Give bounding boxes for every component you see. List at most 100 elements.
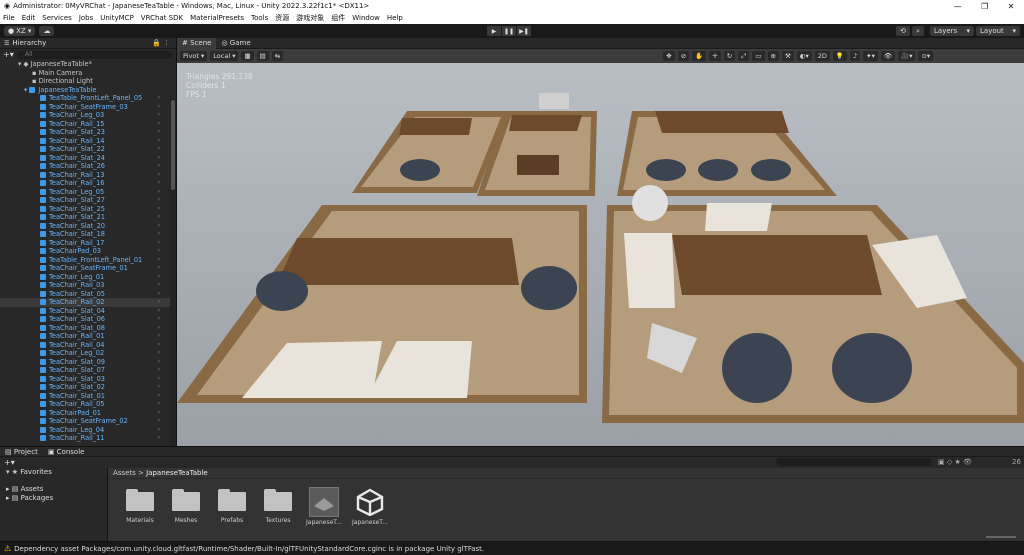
filter-icons[interactable]: ▣ ◇ ★ 👁 <box>938 458 972 466</box>
gizmo-tool-dropdown[interactable]: ⊘ <box>677 51 690 61</box>
chevron-right-icon[interactable]: › <box>158 171 160 180</box>
chevron-right-icon[interactable]: › <box>158 434 160 443</box>
tab-console[interactable]: ▣ Console <box>43 448 90 456</box>
menu-vrchat-sdk[interactable]: VRChat SDK <box>141 14 183 22</box>
hierarchy-item[interactable]: TeaChair_Rail_01 › <box>0 332 170 341</box>
hierarchy-item[interactable]: TeaChair_Slat_04 › <box>0 307 170 316</box>
menu-help[interactable]: Help <box>387 14 403 22</box>
hierarchy-item[interactable]: TeaChair_Rail_13 › <box>0 171 170 180</box>
chevron-right-icon[interactable]: › <box>158 273 160 282</box>
minimize-button[interactable]: — <box>954 2 962 11</box>
scale-tool[interactable]: ⤢ <box>738 51 750 61</box>
rect-tool[interactable]: ▭ <box>752 51 765 61</box>
project-search-input[interactable] <box>776 458 932 466</box>
maximize-button[interactable]: ❐ <box>981 2 988 11</box>
hierarchy-item[interactable]: TeaChair_SeatFrame_01 › <box>0 264 170 273</box>
hand-tool[interactable]: ✋ <box>692 51 707 61</box>
favorites-item[interactable]: ▾ ★ Favorites <box>0 468 107 477</box>
hierarchy-item[interactable]: TeaChair_Slat_22 › <box>0 145 170 154</box>
account-dropdown[interactable]: ● XZ ▾ <box>4 26 36 36</box>
play-button[interactable]: ▶ <box>487 26 501 36</box>
hierarchy-search-input[interactable]: All <box>17 50 172 59</box>
hierarchy-scene-root[interactable]: ▾ ◆ JapaneseTeaTable* <box>0 60 170 69</box>
assets-item[interactable]: ▸ ▤ Assets <box>0 485 107 494</box>
hierarchy-item[interactable]: TeaChair_Slat_03 › <box>0 375 170 384</box>
hierarchy-item[interactable]: TeaChair_Slat_07 › <box>0 366 170 375</box>
transform-tool[interactable]: ⊕ <box>767 51 779 61</box>
scene-viewport[interactable]: Triangles 291,138 Colliders 1 FPS 1 <box>177 63 1024 446</box>
breadcrumb-folder[interactable]: JapaneseTeaTable <box>146 469 208 477</box>
hierarchy-item[interactable]: TeaTable_FrontLeft_Panel_01 › <box>0 256 170 265</box>
audio-toggle[interactable]: ♪ <box>849 51 861 61</box>
hierarchy-item[interactable]: TeaChair_Rail_02 › <box>0 298 170 307</box>
chevron-right-icon[interactable]: › <box>158 103 160 112</box>
chevron-right-icon[interactable]: › <box>158 120 160 129</box>
tab-game[interactable]: ◎ Game <box>216 38 255 49</box>
chevron-right-icon[interactable]: › <box>158 315 160 324</box>
chevron-right-icon[interactable]: › <box>158 383 160 392</box>
chevron-right-icon[interactable]: › <box>158 128 160 137</box>
scrollbar-thumb[interactable] <box>171 100 175 190</box>
hierarchy-item[interactable]: TeaTable_FrontLeft_Panel_05 › <box>0 94 170 103</box>
effects-dropdown[interactable]: ✦ ▾ <box>863 51 878 61</box>
hierarchy-item[interactable]: TeaChair_Leg_01 › <box>0 273 170 282</box>
expand-arrow-icon[interactable]: ▾ ◆ <box>18 60 31 68</box>
move-tool-dropdown[interactable]: ✥ <box>663 51 675 61</box>
chevron-right-icon[interactable]: › <box>158 349 160 358</box>
hierarchy-item[interactable]: TeaChair_Slat_08 › <box>0 324 170 333</box>
chevron-right-icon[interactable]: › <box>158 256 160 265</box>
hierarchy-scrollbar[interactable] <box>170 98 176 478</box>
history-button[interactable]: ⟲ <box>896 26 910 36</box>
hierarchy-item[interactable]: TeaChair_Leg_03 › <box>0 111 170 120</box>
lighting-toggle[interactable]: 💡 <box>832 51 847 61</box>
hierarchy-item[interactable]: TeaChair_Rail_15 › <box>0 120 170 129</box>
chevron-right-icon[interactable]: › <box>158 417 160 426</box>
pause-button[interactable]: ❚❚ <box>502 26 516 36</box>
menu-component[interactable]: 组件 <box>331 13 345 23</box>
hierarchy-item[interactable]: TeaChair_Rail_14 › <box>0 137 170 146</box>
close-button[interactable]: ✕ <box>1008 2 1015 11</box>
custom-tool[interactable]: ⚒ <box>781 51 794 61</box>
hierarchy-item[interactable]: TeaChair_Rail_05 › <box>0 400 170 409</box>
hierarchy-item[interactable]: ▪ Main Camera <box>0 69 170 78</box>
chevron-right-icon[interactable]: › <box>158 400 160 409</box>
step-button[interactable]: ▶❚ <box>517 26 531 36</box>
hierarchy-item[interactable]: TeaChair_Slat_27 › <box>0 196 170 205</box>
menu-file[interactable]: File <box>3 14 15 22</box>
asset-prefab-japanese-tea-table[interactable]: JapaneseT... <box>302 487 346 526</box>
cloud-button[interactable]: ☁ <box>39 26 55 36</box>
tab-hierarchy[interactable]: ☰ Hierarchy <box>4 39 46 47</box>
layout-dropdown[interactable]: Layout ▾ <box>976 26 1020 36</box>
chevron-right-icon[interactable]: › <box>158 324 160 333</box>
chevron-right-icon[interactable]: › <box>158 341 160 350</box>
expand-arrow-icon[interactable]: ▪ <box>32 69 39 77</box>
chevron-right-icon[interactable]: › <box>158 145 160 154</box>
search-button[interactable]: ⌕ <box>912 26 924 36</box>
hierarchy-item[interactable]: ▪ Directional Light <box>0 77 170 86</box>
chevron-right-icon[interactable]: › <box>158 179 160 188</box>
hierarchy-item[interactable]: TeaChair_SeatFrame_03 › <box>0 103 170 112</box>
breadcrumb-assets[interactable]: Assets <box>113 469 136 477</box>
rotate-tool[interactable]: ↻ <box>723 51 736 61</box>
zoom-slider[interactable] <box>986 536 1016 538</box>
hierarchy-item[interactable]: TeaChair_Slat_06 › <box>0 315 170 324</box>
hierarchy-item[interactable]: TeaChairPad_01 › <box>0 409 170 418</box>
hierarchy-item[interactable]: TeaChair_Slat_23 › <box>0 128 170 137</box>
menu-jobs[interactable]: Jobs <box>79 14 93 22</box>
hierarchy-item[interactable]: TeaChair_Slat_05 › <box>0 290 170 299</box>
packages-item[interactable]: ▸ ▤ Packages <box>0 494 107 503</box>
hierarchy-item[interactable]: TeaChair_Leg_04 › <box>0 426 170 435</box>
tab-project[interactable]: ▤ Project <box>0 448 43 456</box>
chevron-right-icon[interactable]: › <box>158 409 160 418</box>
chevron-right-icon[interactable]: › <box>158 264 160 273</box>
add-object-button[interactable]: +▾ <box>3 50 17 59</box>
chevron-right-icon[interactable]: › <box>158 230 160 239</box>
create-asset-button[interactable]: +▾ <box>4 458 15 467</box>
chevron-right-icon[interactable]: › <box>158 196 160 205</box>
asset-materials[interactable]: Materials <box>118 487 162 526</box>
asset-textures[interactable]: Textures <box>256 487 300 526</box>
asset-prefabs[interactable]: Prefabs <box>210 487 254 526</box>
chevron-right-icon[interactable]: › <box>158 137 160 146</box>
chevron-right-icon[interactable]: › <box>158 188 160 197</box>
grid-snap-button[interactable]: ▦ <box>241 51 254 61</box>
